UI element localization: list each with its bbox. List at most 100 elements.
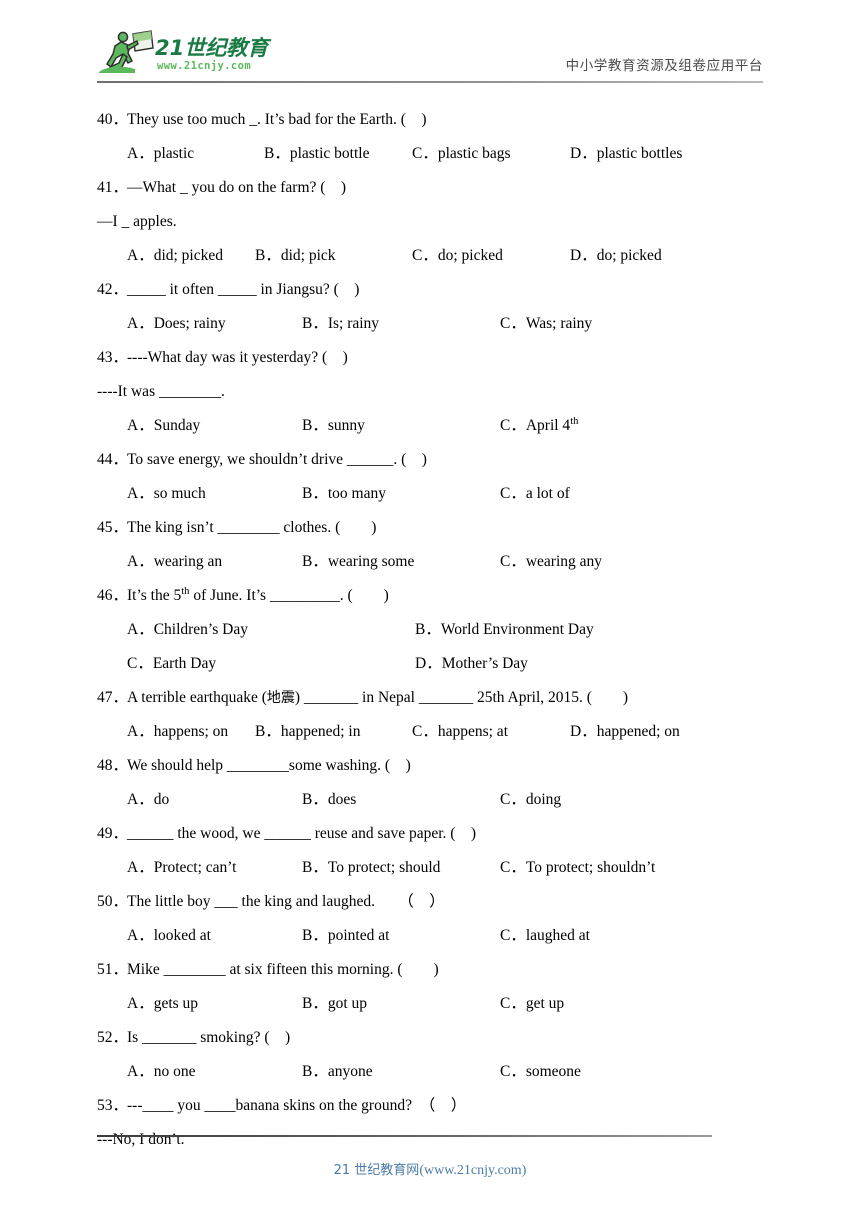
question-text-chinese-gloss: 地震 bbox=[266, 690, 295, 706]
option-a[interactable]: A．Children’s Day bbox=[127, 613, 248, 647]
option-d[interactable]: D．plastic bottles bbox=[570, 137, 682, 171]
question-number: 46． bbox=[97, 587, 129, 604]
question-number: 41． bbox=[97, 179, 129, 196]
footer-credit-url: (www.21cnjy.com) bbox=[419, 1163, 527, 1178]
logo-brand-text: 21世纪教育 bbox=[155, 36, 272, 60]
question-number: 44． bbox=[97, 451, 129, 468]
option-d[interactable]: D．happened; on bbox=[570, 715, 680, 749]
option-a[interactable]: A．so much bbox=[127, 477, 206, 511]
question-number: 50． bbox=[97, 893, 129, 910]
option-c[interactable]: C．April 4th bbox=[500, 409, 578, 443]
option-c[interactable]: C．a lot of bbox=[500, 477, 570, 511]
option-d[interactable]: D．Mother’s Day bbox=[415, 647, 528, 681]
header-divider bbox=[97, 81, 763, 83]
option-a[interactable]: A．do bbox=[127, 783, 169, 817]
option-a[interactable]: A．no one bbox=[127, 1055, 195, 1089]
question-text: ---____ you ____banana skins on the grou… bbox=[127, 1097, 467, 1114]
question-number: 43． bbox=[97, 349, 129, 366]
option-b[interactable]: B．got up bbox=[302, 987, 367, 1021]
option-b[interactable]: B．did; pick bbox=[255, 239, 336, 273]
option-c[interactable]: C．do; picked bbox=[412, 239, 503, 273]
option-c[interactable]: C．To protect; shouldn’t bbox=[500, 851, 655, 885]
footer-credit-cn: 21 世纪教育网 bbox=[333, 1163, 420, 1178]
question-stem: 42． _____ it often _____ in Jiangsu? ( ) bbox=[0, 273, 860, 307]
option-c[interactable]: C．wearing any bbox=[500, 545, 602, 579]
option-row: A．Protect; can’t B．To protect; should C．… bbox=[0, 851, 860, 885]
option-b[interactable]: B．plastic bottle bbox=[264, 137, 369, 171]
question-text-post: of June. It’s _________. ( ) bbox=[189, 587, 389, 604]
option-c[interactable]: C．Was; rainy bbox=[500, 307, 592, 341]
option-c[interactable]: C．someone bbox=[500, 1055, 581, 1089]
option-b-text: sunny bbox=[327, 417, 365, 434]
option-row: C．Earth Day D．Mother’s Day bbox=[0, 647, 860, 681]
option-a-label: A． bbox=[127, 417, 154, 434]
option-row: A．Children’s Day B．World Environment Day bbox=[0, 613, 860, 647]
question-number: 51． bbox=[97, 961, 129, 978]
option-a-text: Sunday bbox=[153, 417, 201, 434]
footer-credit: 21 世纪教育网(www.21cnjy.com) bbox=[0, 1159, 860, 1179]
question-text-post: ) _______ in Nepal _______ 25th April, 2… bbox=[294, 689, 629, 706]
option-c-text: April 4 bbox=[525, 417, 571, 434]
logo-url-text: www.21cnjy.com bbox=[157, 60, 251, 72]
logo-ground bbox=[99, 66, 135, 73]
ordinal-suffix: th bbox=[570, 415, 579, 427]
option-b-label: B． bbox=[302, 417, 328, 434]
option-a[interactable]: A．did; picked bbox=[127, 239, 223, 273]
option-b[interactable]: B．sunny bbox=[302, 409, 365, 443]
question-stem: 44． To save energy, we shouldn’t drive _… bbox=[0, 443, 860, 477]
question-text-pre: A terrible earthquake ( bbox=[127, 689, 267, 706]
option-row: A．happens; on B．happened; in C．happens; … bbox=[0, 715, 860, 749]
question-number: 48． bbox=[97, 757, 129, 774]
option-c[interactable]: C．laughed at bbox=[500, 919, 590, 953]
option-b[interactable]: B．too many bbox=[302, 477, 386, 511]
option-a[interactable]: A．wearing an bbox=[127, 545, 222, 579]
option-b[interactable]: B．World Environment Day bbox=[415, 613, 594, 647]
option-a[interactable]: A．looked at bbox=[127, 919, 211, 953]
option-b[interactable]: B．happened; in bbox=[255, 715, 360, 749]
option-a[interactable]: A．Sunday bbox=[127, 409, 200, 443]
option-a[interactable]: A．gets up bbox=[127, 987, 198, 1021]
option-c[interactable]: C．doing bbox=[500, 783, 561, 817]
option-a[interactable]: A．Does; rainy bbox=[127, 307, 226, 341]
option-c[interactable]: C．Earth Day bbox=[127, 647, 216, 681]
option-c[interactable]: C．plastic bags bbox=[412, 137, 511, 171]
option-row: A．wearing an B．wearing some C．wearing an… bbox=[0, 545, 860, 579]
question-text: Is _______ smoking? ( ) bbox=[127, 1029, 291, 1046]
option-d[interactable]: D．do; picked bbox=[570, 239, 662, 273]
option-a[interactable]: A．plastic bbox=[127, 137, 194, 171]
option-row: A．gets up B．got up C．get up bbox=[0, 987, 860, 1021]
option-a[interactable]: A．happens; on bbox=[127, 715, 228, 749]
option-a[interactable]: A．Protect; can’t bbox=[127, 851, 236, 885]
question-stem: 51． Mike ________ at six fifteen this mo… bbox=[0, 953, 860, 987]
option-b[interactable]: B．does bbox=[302, 783, 356, 817]
question-number: 49． bbox=[97, 825, 129, 842]
option-row: A．do B．does C．doing bbox=[0, 783, 860, 817]
question-text: They use too much _. It’s bad for the Ea… bbox=[127, 111, 427, 128]
question-text: It’s the 5th of June. It’s _________. ( … bbox=[127, 579, 389, 613]
question-stem: 41． —What _ you do on the farm? ( ) bbox=[0, 171, 860, 205]
question-text: We should help ________some washing. ( ) bbox=[127, 757, 411, 774]
question-stem: 48． We should help ________some washing.… bbox=[0, 749, 860, 783]
question-number: 42． bbox=[97, 281, 129, 298]
question-number: 47． bbox=[97, 689, 129, 706]
option-b[interactable]: B．To protect; should bbox=[302, 851, 440, 885]
option-c[interactable]: C．happens; at bbox=[412, 715, 508, 749]
question-stem: 45． The king isn’t ________ clothes. ( ) bbox=[0, 511, 860, 545]
question-text: _____ it often _____ in Jiangsu? ( ) bbox=[127, 281, 360, 298]
question-text: The king isn’t ________ clothes. ( ) bbox=[127, 519, 377, 536]
question-text: A terrible earthquake (地震) _______ in Ne… bbox=[127, 681, 628, 715]
site-logo: 21世纪教育 www.21cnjy.com bbox=[97, 28, 277, 78]
option-b[interactable]: B．pointed at bbox=[302, 919, 389, 953]
option-c[interactable]: C．get up bbox=[500, 987, 564, 1021]
option-c-label: C． bbox=[500, 417, 526, 434]
question-continuation: —I _ apples. bbox=[0, 205, 860, 239]
option-b[interactable]: B．anyone bbox=[302, 1055, 373, 1089]
question-continuation: ----It was ________. bbox=[0, 375, 860, 409]
question-list: 40． They use too much _. It’s bad for th… bbox=[0, 103, 860, 1157]
question-text: Mike ________ at six fifteen this mornin… bbox=[127, 961, 439, 978]
option-row: A．no one B．anyone C．someone bbox=[0, 1055, 860, 1089]
question-answer-line: —I _ apples. bbox=[97, 213, 177, 230]
question-stem: 52． Is _______ smoking? ( ) bbox=[0, 1021, 860, 1055]
option-b[interactable]: B．Is; rainy bbox=[302, 307, 379, 341]
option-b[interactable]: B．wearing some bbox=[302, 545, 414, 579]
